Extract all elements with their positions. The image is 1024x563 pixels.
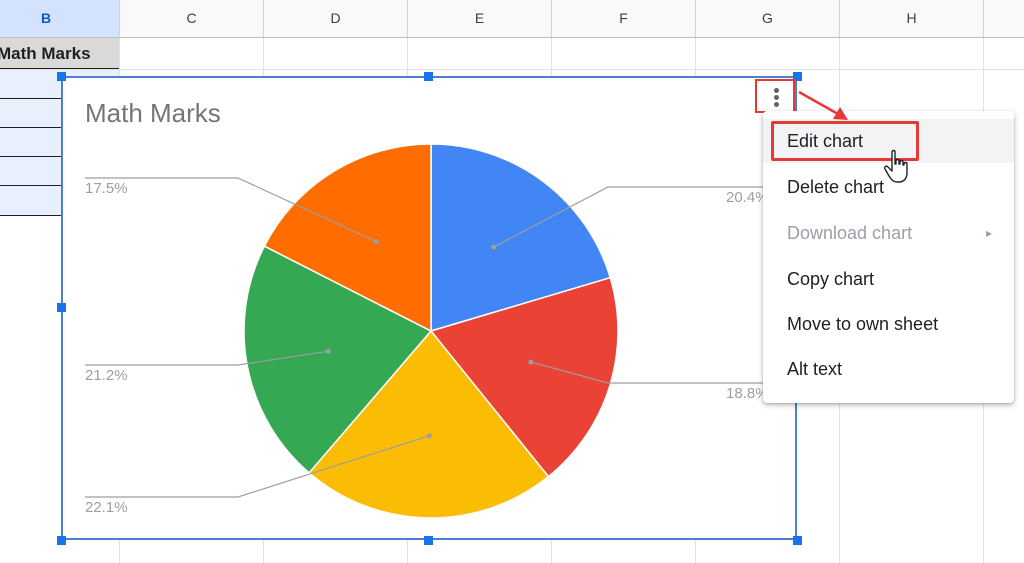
column-header-d[interactable]: D xyxy=(264,0,408,37)
column-header-f[interactable]: F xyxy=(552,0,696,37)
column-header-e[interactable]: E xyxy=(408,0,552,37)
resize-handle-top-left[interactable] xyxy=(57,72,66,81)
menu-item-copy-chart[interactable]: Copy chart xyxy=(763,257,1014,301)
resize-handle-bottom[interactable] xyxy=(424,536,433,545)
slice-label-21-2: 21.2% xyxy=(85,367,128,384)
column-header-i[interactable] xyxy=(984,0,1024,37)
edit-chart-highlight-box xyxy=(771,121,919,161)
leader-dot xyxy=(491,244,497,250)
resize-handle-left[interactable] xyxy=(57,303,66,312)
column-header-g[interactable]: G xyxy=(696,0,840,37)
slice-label-17-5: 17.5% xyxy=(85,180,128,197)
column-header-b[interactable]: B xyxy=(0,0,120,37)
leader-dot xyxy=(325,348,331,354)
menu-item-move-to-own-sheet[interactable]: Move to own sheet xyxy=(763,302,1014,346)
column-header-row: B C D E F G H xyxy=(0,0,1024,38)
resize-handle-bottom-right[interactable] xyxy=(793,536,802,545)
chart-more-options-button[interactable] xyxy=(755,79,795,113)
leader-dot xyxy=(426,433,432,439)
embedded-chart[interactable]: Math Marks 17.5% 20.4% 21.2% 18.8% 22.1% xyxy=(61,76,797,540)
menu-item-label: Download chart xyxy=(787,223,913,243)
menu-item-download-chart[interactable]: Download chart ▸ xyxy=(763,211,1014,255)
menu-item-delete-chart[interactable]: Delete chart xyxy=(763,165,1014,209)
resize-handle-bottom-left[interactable] xyxy=(57,536,66,545)
leader-dot xyxy=(528,359,534,365)
menu-item-alt-text[interactable]: Alt text xyxy=(763,347,1014,391)
submenu-arrow-icon: ▸ xyxy=(985,226,992,240)
cell-b-header[interactable]: Math Marks xyxy=(0,38,119,69)
resize-handle-top[interactable] xyxy=(424,72,433,81)
column-header-h[interactable]: H xyxy=(840,0,984,37)
slice-label-22-1: 22.1% xyxy=(85,499,128,516)
leader-dot xyxy=(373,239,379,245)
column-header-c[interactable]: C xyxy=(120,0,264,37)
pie-chart-svg xyxy=(85,143,793,519)
